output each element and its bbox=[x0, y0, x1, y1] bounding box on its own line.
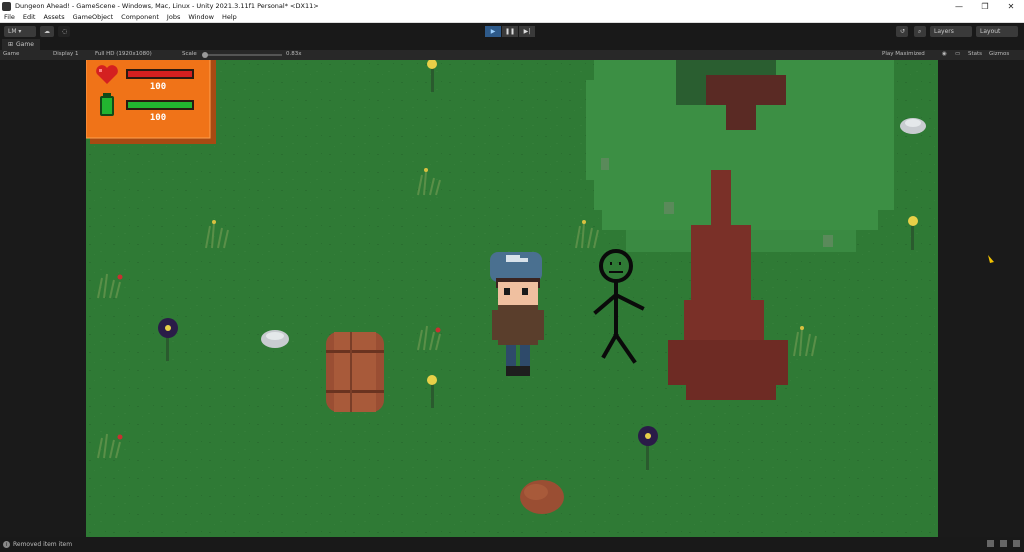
step-button[interactable]: ▶| bbox=[519, 26, 535, 37]
menu-component[interactable]: Component bbox=[121, 13, 159, 21]
play-controls: ▶ ❚❚ ▶| bbox=[485, 26, 535, 37]
notification-icon[interactable] bbox=[1013, 540, 1020, 547]
search-icon[interactable]: ⌕ bbox=[914, 26, 926, 37]
unity-logo-icon bbox=[2, 1, 11, 11]
battery-icon bbox=[100, 93, 114, 116]
stamina-value: 100 bbox=[150, 113, 166, 123]
window-title: Dungeon Ahead! - GameScene - Windows, Ma… bbox=[15, 2, 319, 10]
game-view-toolbar: Game Display 1 Full HD (1920x1080) Scale… bbox=[0, 50, 1024, 60]
health-value: 100 bbox=[150, 82, 166, 92]
maximize-button[interactable]: ❐ bbox=[972, 0, 998, 12]
tab-game[interactable]: ⊞ Game bbox=[2, 39, 40, 50]
gizmos-dropdown[interactable]: Gizmos bbox=[989, 51, 1009, 57]
status-bar: i Removed item item bbox=[0, 537, 1024, 552]
menu-help[interactable]: Help bbox=[222, 13, 237, 21]
scale-label: Scale bbox=[182, 51, 197, 57]
tab-game-label: Game bbox=[16, 41, 34, 48]
history-icon[interactable]: ↺ bbox=[896, 26, 908, 37]
console-message[interactable]: Removed item item bbox=[13, 541, 72, 548]
main-toolbar: LM ▾ ☁ ◌ ▶ ❚❚ ▶| ↺ ⌕ Layers Layout bbox=[0, 23, 1024, 39]
menu-file[interactable]: File bbox=[4, 13, 15, 21]
window-titlebar: Dungeon Ahead! - GameScene - Windows, Ma… bbox=[0, 0, 1024, 12]
scale-slider-handle[interactable] bbox=[202, 52, 208, 58]
rock bbox=[261, 330, 289, 348]
menu-bar: File Edit Assets GameObject Component Jo… bbox=[0, 12, 1024, 23]
account-button[interactable]: LM ▾ bbox=[4, 26, 36, 37]
progress-icon[interactable] bbox=[1000, 540, 1007, 547]
barrel bbox=[326, 332, 384, 412]
play-button[interactable]: ▶ bbox=[485, 26, 501, 37]
viewport-gutter-right bbox=[938, 60, 1024, 537]
menu-gameobject[interactable]: GameObject bbox=[73, 13, 114, 21]
close-button[interactable]: ✕ bbox=[998, 0, 1024, 12]
menu-edit[interactable]: Edit bbox=[23, 13, 36, 21]
game-mode-dropdown[interactable]: Game bbox=[3, 51, 19, 57]
tab-strip: ⊞ Game bbox=[0, 39, 1024, 50]
layers-dropdown[interactable]: Layers bbox=[930, 26, 972, 37]
game-tab-icon: ⊞ bbox=[8, 41, 14, 48]
viewport-gutter-left bbox=[0, 60, 86, 537]
rock bbox=[900, 118, 926, 134]
frame-debug-icon[interactable]: ▭ bbox=[955, 51, 960, 57]
pause-button[interactable]: ❚❚ bbox=[502, 26, 518, 37]
game-viewport[interactable]: 100 100 bbox=[86, 60, 938, 537]
audio-mute-icon[interactable]: ◉ bbox=[942, 51, 947, 57]
hud-panel: 100 100 bbox=[86, 60, 216, 144]
mouse-cursor-icon bbox=[988, 255, 994, 263]
layout-label: Layout bbox=[980, 28, 1001, 35]
cloud-icon[interactable]: ☁ bbox=[40, 26, 54, 37]
minimize-button[interactable]: — bbox=[946, 0, 972, 12]
collab-icon[interactable]: ◌ bbox=[58, 26, 70, 37]
menu-assets[interactable]: Assets bbox=[43, 13, 64, 21]
lighting-icon[interactable] bbox=[987, 540, 994, 547]
resolution-dropdown[interactable]: Full HD (1920x1080) bbox=[95, 51, 152, 57]
layers-label: Layers bbox=[934, 28, 954, 35]
menu-window[interactable]: Window bbox=[188, 13, 214, 21]
dirt-mound bbox=[520, 480, 564, 514]
info-icon: i bbox=[3, 541, 10, 548]
display-dropdown[interactable]: Display 1 bbox=[53, 51, 79, 57]
layout-dropdown[interactable]: Layout bbox=[976, 26, 1018, 37]
stats-toggle[interactable]: Stats bbox=[968, 51, 982, 57]
menu-jobs[interactable]: Jobs bbox=[167, 13, 180, 21]
play-maximized-dropdown[interactable]: Play Maximized bbox=[882, 51, 925, 57]
account-label: LM ▾ bbox=[8, 28, 22, 35]
health-bar bbox=[126, 69, 194, 79]
scale-slider[interactable] bbox=[206, 54, 282, 56]
stamina-bar bbox=[126, 100, 194, 110]
scale-value: 0.83x bbox=[286, 51, 302, 57]
